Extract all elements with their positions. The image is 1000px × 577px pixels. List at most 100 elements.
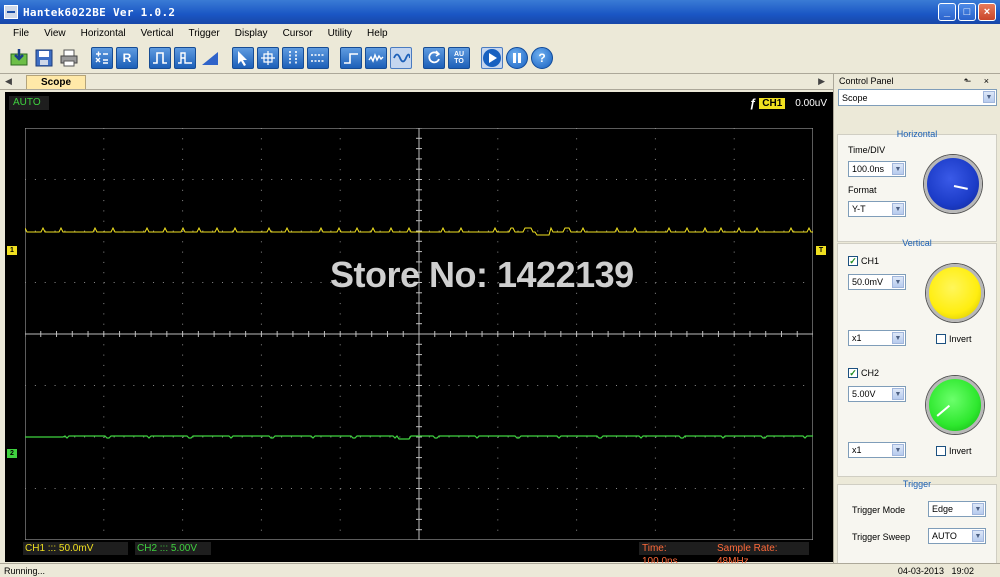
tab-scroll-left-icon[interactable]: ◀ [5, 76, 12, 87]
ch1-volts-knob[interactable] [926, 264, 984, 322]
format-select[interactable]: Y-T ▼ [848, 201, 906, 217]
ch1-level-marker[interactable]: 1 [7, 246, 17, 255]
close-button[interactable]: × [978, 3, 996, 21]
grid-dot [64, 230, 66, 232]
grid-dot [655, 230, 657, 232]
grid-dot [260, 251, 262, 253]
reference-button[interactable]: R [116, 46, 138, 69]
vertical-cursor-icon[interactable] [282, 46, 304, 69]
grid-dot [64, 385, 66, 386]
measure-icon[interactable] [91, 46, 113, 69]
ch2-volts-knob[interactable] [926, 376, 984, 434]
grid-dot [260, 354, 262, 356]
grid-dot [497, 169, 499, 171]
print-icon[interactable] [58, 47, 80, 69]
panel-pin-close-icons[interactable]: ⬑ × [964, 76, 994, 87]
grid-dot [153, 436, 155, 438]
grid-dot [261, 385, 263, 386]
grid-dot [645, 179, 647, 180]
noise-wave-icon[interactable] [365, 46, 387, 69]
grid-dot [260, 416, 262, 418]
panel-page-select[interactable]: Scope ▼ [838, 89, 997, 106]
menu-view[interactable]: View [37, 28, 74, 39]
sample-rate-readout: Sample Rate: 48MHz [716, 543, 778, 567]
grid-dot [330, 179, 332, 180]
grid-dot [54, 282, 56, 283]
tab-scroll-right-icon[interactable]: ▶ [818, 76, 825, 87]
ch2-invert-checkbox[interactable]: Invert [936, 446, 972, 456]
minimize-button[interactable]: _ [938, 3, 956, 21]
grid-dot [330, 488, 332, 489]
menu-vertical[interactable]: Vertical [134, 28, 182, 39]
grid-dot [202, 230, 204, 232]
grid-dot [260, 313, 262, 315]
grid-dot [517, 230, 519, 232]
menu-display[interactable]: Display [228, 28, 276, 39]
step-wave-icon[interactable] [340, 46, 362, 69]
ch1-volts-select[interactable]: 50.0mV ▼ [848, 274, 906, 290]
control-panel: Control Panel ⬑ × Scope ▼ Horizontal Tim… [833, 74, 1000, 563]
time-div-select[interactable]: 100.0ns ▼ [848, 161, 906, 177]
grid-dot [655, 385, 657, 386]
menu-file[interactable]: File [6, 28, 37, 39]
grid-dot [123, 488, 125, 489]
grid-dot [251, 282, 253, 283]
grid-dot [123, 436, 125, 438]
help-icon[interactable]: ? [531, 46, 553, 69]
grid-dot [64, 179, 66, 180]
ramp-icon[interactable] [199, 47, 221, 69]
trigger-sweep-select[interactable]: AUTO ▼ [928, 528, 986, 544]
menu-trigger[interactable]: Trigger [181, 28, 227, 39]
ch1-enable-checkbox[interactable]: ✓ CH1 [848, 256, 879, 266]
trigger-level-marker[interactable]: T [816, 246, 826, 255]
grid-dot [113, 179, 115, 180]
grid-dot [733, 261, 735, 263]
open-icon[interactable] [8, 47, 30, 69]
grid-dot [153, 488, 155, 489]
save-icon[interactable] [33, 47, 55, 69]
pointer-icon[interactable] [232, 46, 254, 69]
ch2-level-marker[interactable]: 2 [7, 449, 17, 458]
pulse-width-icon[interactable] [174, 46, 196, 69]
scope-screen[interactable]: AUTO ƒ CH1 0.00uV 1 2 T Store No: 142213… [5, 92, 833, 567]
time-div-knob[interactable] [924, 155, 982, 213]
grid-dot [654, 364, 656, 366]
ch2-enable-checkbox[interactable]: ✓ CH2 [848, 368, 879, 378]
grid-dot [339, 467, 341, 469]
grid-dot [448, 230, 450, 232]
refresh-icon[interactable] [423, 46, 445, 69]
menu-help[interactable]: Help [360, 28, 396, 39]
ch2-volts-select[interactable]: 5.00V ▼ [848, 386, 906, 402]
grid-dot [507, 488, 509, 489]
menu-utility[interactable]: Utility [321, 28, 360, 39]
run-icon[interactable] [481, 46, 503, 69]
grid-dot [645, 230, 647, 232]
pulse-icon[interactable] [149, 46, 171, 69]
chevron-down-icon: ▼ [892, 388, 904, 400]
menu-cursor[interactable]: Cursor [276, 28, 321, 39]
auto-button[interactable]: AU TO [448, 46, 470, 69]
grid-dot [586, 385, 588, 386]
ch2-probe-select[interactable]: x1 ▼ [848, 442, 906, 458]
grid-dot [182, 364, 184, 366]
tab-scope[interactable]: Scope [26, 75, 87, 89]
grid-dot [733, 272, 735, 274]
grid-dot [734, 488, 736, 489]
pause-icon[interactable] [506, 46, 528, 69]
trigger-mode-select[interactable]: Edge ▼ [928, 501, 986, 517]
grid-dot [369, 230, 371, 232]
grid-dot [153, 282, 155, 283]
maximize-button[interactable]: □ [958, 3, 976, 21]
menu-horizontal[interactable]: Horizontal [74, 28, 134, 39]
ch1-invert-checkbox[interactable]: Invert [936, 334, 972, 344]
horizontal-cursor-icon[interactable] [307, 46, 329, 69]
grid-dot [330, 436, 332, 438]
ch1-probe-select[interactable]: x1 ▼ [848, 330, 906, 346]
grid-dot [547, 436, 549, 438]
grid-dot [241, 488, 243, 489]
grid-dot [339, 426, 341, 428]
grid-dot [714, 488, 716, 489]
sine-wave-icon[interactable] [390, 46, 412, 69]
grid-dot [182, 375, 184, 377]
cross-cursor-icon[interactable] [257, 46, 279, 69]
